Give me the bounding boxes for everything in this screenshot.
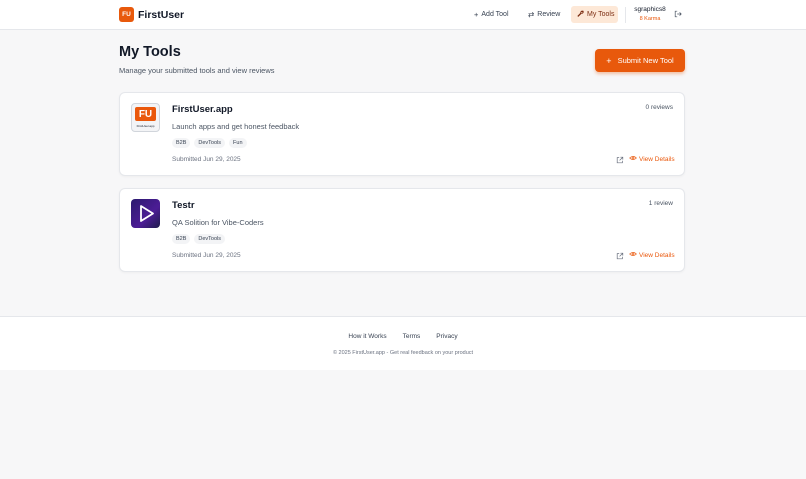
review-count: 1 review [648, 200, 673, 207]
tool-thumbnail [131, 199, 160, 228]
external-link-icon[interactable] [616, 156, 624, 166]
footer-link-terms[interactable]: Terms [403, 333, 421, 340]
plus-icon: + [606, 55, 612, 66]
view-details-label: View Details [639, 251, 675, 259]
username: sgraphics8 [634, 6, 666, 13]
play-icon [140, 205, 154, 222]
user-menu[interactable]: sgraphics8 8 Karma [633, 6, 667, 22]
page-subtitle: Manage your submitted tools and view rev… [119, 66, 275, 75]
brand-link[interactable]: FU FirstUser [119, 7, 184, 22]
tool-name: FirstUser.app [172, 104, 233, 115]
submitted-date: Submitted Jun 29, 2025 [172, 156, 241, 163]
external-link-icon[interactable] [616, 252, 624, 262]
nav-review[interactable]: ⇄ Review [528, 6, 560, 23]
review-count: 0 reviews [645, 104, 673, 111]
view-details-label: View Details [639, 155, 675, 163]
footer-links: How it Works Terms Privacy [0, 333, 806, 340]
submitted-date: Submitted Jun 29, 2025 [172, 252, 241, 259]
fu-logo-mark: FU [135, 107, 156, 121]
repeat-icon: ⇄ [528, 10, 535, 19]
tool-name: Testr [172, 200, 195, 211]
tool-card: FU FirstUser.app FirstUser.app Launch ap… [119, 92, 685, 176]
tool-tags: B2B DevTools Fun [172, 138, 251, 148]
footer-link-how-it-works[interactable]: How it Works [348, 333, 386, 340]
plus-icon: + [474, 10, 479, 19]
tool-tags: B2B DevTools [172, 234, 229, 244]
nav-add-tool[interactable]: + Add Tool [474, 6, 509, 23]
nav-add-tool-label: Add Tool [481, 11, 509, 18]
eye-icon [629, 155, 637, 163]
brand-logo: FU [119, 7, 134, 22]
tag: DevTools [194, 234, 226, 244]
logout-icon[interactable] [674, 10, 682, 20]
page-footer: How it Works Terms Privacy © 2025 FirstU… [0, 316, 806, 370]
brand-name: FirstUser [138, 8, 185, 21]
wrench-icon [577, 10, 584, 19]
eye-icon [629, 251, 637, 259]
view-details-link[interactable]: View Details [629, 155, 675, 163]
tool-thumbnail: FU FirstUser.app [131, 103, 160, 132]
submit-new-tool-label: Submit New Tool [617, 56, 674, 65]
footer-link-privacy[interactable]: Privacy [436, 333, 457, 340]
tag: Fun [229, 138, 247, 148]
page-title: My Tools [119, 44, 181, 60]
fu-logo-caption: FirstUser.app [136, 124, 155, 128]
tool-card: Testr QA Solition for Vibe-Coders B2B De… [119, 188, 685, 272]
view-details-link[interactable]: View Details [629, 251, 675, 259]
tool-description: Launch apps and get honest feedback [172, 122, 300, 131]
tag: B2B [172, 138, 191, 148]
nav-review-label: Review [537, 11, 561, 18]
nav-my-tools-label: My Tools [587, 11, 615, 18]
karma-count: 8 Karma [639, 16, 661, 22]
tag: B2B [172, 234, 191, 244]
nav-divider [625, 7, 626, 23]
submit-new-tool-button[interactable]: + Submit New Tool [595, 49, 685, 72]
footer-copyright: © 2025 FirstUser.app - Get real feedback… [332, 350, 474, 356]
top-header: FU FirstUser + Add Tool ⇄ Review My Tool… [0, 0, 806, 30]
nav-my-tools[interactable]: My Tools [571, 6, 618, 23]
tag: DevTools [194, 138, 226, 148]
tool-description: QA Solition for Vibe-Coders [172, 218, 264, 227]
